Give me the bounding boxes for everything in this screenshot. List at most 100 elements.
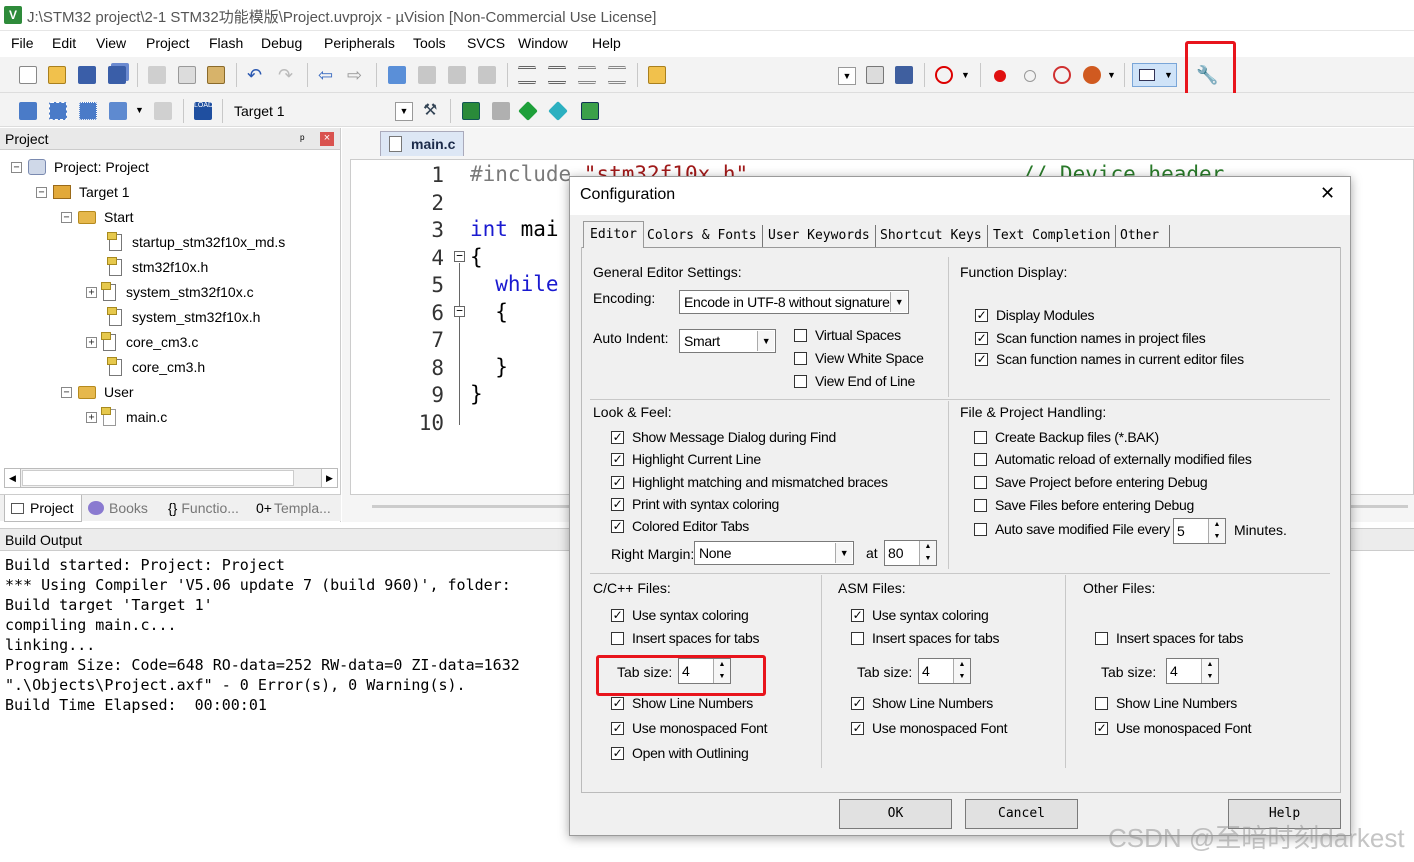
view-white-space-checkbox[interactable]: View White Space — [794, 350, 924, 366]
menu-view[interactable]: View — [96, 35, 126, 51]
breakpoint-insert-icon[interactable] — [994, 70, 1006, 82]
tab-editor[interactable]: Editor — [583, 221, 644, 248]
chevron-down-icon[interactable]: ▼ — [1107, 70, 1116, 80]
checkbox-box[interactable] — [974, 430, 987, 444]
asm-monospaced-font-checkbox[interactable]: ✓ Use monospaced Font — [851, 720, 1007, 736]
checkbox-box-checked[interactable]: ✓ — [611, 430, 624, 444]
checkbox-box-checked[interactable]: ✓ — [611, 696, 624, 710]
tree-item-file[interactable]: system_stm32f10x.h — [107, 306, 260, 328]
find-in-files-icon[interactable] — [648, 66, 666, 84]
menu-file[interactable]: File — [11, 35, 34, 51]
menu-svcs[interactable]: SVCS — [467, 35, 505, 51]
close-panel-icon[interactable]: × — [320, 132, 334, 146]
breakpoint-kill-all-icon[interactable] — [1083, 66, 1101, 84]
asm-insert-spaces-checkbox[interactable]: Insert spaces for tabs — [851, 630, 1000, 646]
right-margin-column-spinner[interactable]: 80 ▲ ▼ — [884, 540, 937, 566]
menu-tools[interactable]: Tools — [413, 35, 446, 51]
scan-editor-files-checkbox[interactable]: ✓ Scan function names in current editor f… — [975, 351, 1244, 367]
spin-arrows-icon[interactable]: ▲ ▼ — [953, 659, 970, 683]
manage-project-items-icon[interactable] — [462, 102, 480, 120]
tree-item-project[interactable]: − Project: Project — [11, 156, 149, 178]
checkbox-box-checked[interactable]: ✓ — [851, 696, 864, 710]
asm-show-line-numbers-checkbox[interactable]: ✓ Show Line Numbers — [851, 695, 993, 711]
manage-rte-icon[interactable] — [518, 101, 538, 121]
other-tab-size-spinner[interactable]: 4 ▲ ▼ — [1166, 658, 1219, 684]
tree-item-file[interactable]: + main.c — [86, 406, 167, 428]
tree-item-file[interactable]: + core_cm3.c — [86, 331, 198, 353]
find-icon[interactable] — [866, 66, 884, 84]
indent-icon[interactable] — [518, 66, 536, 84]
checkbox-box[interactable] — [974, 452, 987, 466]
tree-item-file[interactable]: + system_stm32f10x.c — [86, 281, 254, 303]
checkbox-box-checked[interactable]: ✓ — [611, 721, 624, 735]
chevron-down-icon[interactable]: ▼ — [835, 543, 852, 563]
view-end-of-line-checkbox[interactable]: View End of Line — [794, 373, 915, 389]
undo-icon[interactable]: ↶ — [247, 66, 265, 84]
fold-collapse-icon[interactable]: − — [454, 250, 465, 262]
expand-icon[interactable]: + — [86, 336, 97, 348]
checkbox-box[interactable] — [611, 631, 624, 645]
horizontal-scrollbar[interactable]: ◀ ▶ — [4, 468, 338, 488]
cpp-show-line-numbers-checkbox[interactable]: ✓ Show Line Numbers — [611, 695, 753, 711]
uncomment-icon[interactable] — [608, 66, 626, 84]
tree-item-group-start[interactable]: − Start — [61, 206, 134, 228]
tab-templates[interactable]: 0+ Templa... — [256, 495, 331, 522]
checkbox-box-checked[interactable]: ✓ — [611, 497, 624, 511]
asm-syntax-coloring-checkbox[interactable]: ✓ Use syntax coloring — [851, 607, 989, 623]
checkbox-box-checked[interactable]: ✓ — [851, 608, 864, 622]
cut-icon[interactable] — [148, 66, 166, 84]
scan-project-files-checkbox[interactable]: ✓ Scan function names in project files — [975, 330, 1206, 346]
collapse-icon[interactable]: − — [36, 186, 47, 198]
right-margin-select[interactable]: None ▼ — [694, 541, 854, 565]
chevron-down-icon[interactable]: ▼ — [961, 70, 970, 80]
create-backup-checkbox[interactable]: Create Backup files (*.BAK) — [974, 429, 1159, 445]
virtual-spaces-checkbox[interactable]: Virtual Spaces — [794, 327, 901, 343]
tab-text-completion[interactable]: Text Completion — [988, 225, 1117, 247]
build-icon[interactable] — [49, 102, 67, 120]
run-time-environment-icon[interactable] — [581, 102, 599, 120]
auto-reload-checkbox[interactable]: Automatic reload of externally modified … — [974, 451, 1252, 467]
highlight-current-line-checkbox[interactable]: ✓ Highlight Current Line — [611, 451, 761, 467]
scroll-left-icon[interactable]: ◀ — [5, 469, 21, 487]
checkbox-box-checked[interactable]: ✓ — [975, 331, 988, 345]
select-packs-icon[interactable] — [492, 102, 510, 120]
expand-icon[interactable]: + — [86, 411, 97, 423]
checkbox-box[interactable] — [1095, 696, 1108, 710]
save-all-icon[interactable] — [108, 66, 126, 84]
find-combo-dropdown-icon[interactable]: ▼ — [838, 67, 856, 85]
collapse-icon[interactable]: − — [61, 211, 72, 223]
encoding-select[interactable]: Encode in UTF-8 without signature ▼ — [679, 290, 909, 314]
tree-item-group-user[interactable]: − User — [61, 381, 134, 403]
menu-project[interactable]: Project — [146, 35, 190, 51]
save-project-debug-checkbox[interactable]: Save Project before entering Debug — [974, 474, 1208, 490]
pin-icon[interactable]: ᵖ — [300, 128, 305, 150]
menu-flash[interactable]: Flash — [209, 35, 243, 51]
chevron-down-icon[interactable]: ▼ — [135, 105, 144, 115]
spin-arrows-icon[interactable]: ▲ ▼ — [1208, 519, 1225, 543]
breakpoint-disable-all-icon[interactable] — [1053, 66, 1071, 84]
chevron-down-icon[interactable]: ▼ — [757, 331, 774, 351]
translate-icon[interactable] — [19, 102, 37, 120]
checkbox-box[interactable] — [974, 498, 987, 512]
cancel-button[interactable]: Cancel — [965, 799, 1078, 829]
checkbox-box[interactable] — [794, 374, 807, 388]
debug-session-icon[interactable] — [935, 66, 953, 84]
print-syntax-coloring-checkbox[interactable]: ✓ Print with syntax coloring — [611, 496, 779, 512]
tab-main-c[interactable]: main.c — [380, 131, 464, 156]
asm-tab-size-spinner[interactable]: 4 ▲ ▼ — [918, 658, 971, 684]
cpp-syntax-coloring-checkbox[interactable]: ✓ Use syntax coloring — [611, 607, 749, 623]
checkbox-box-checked[interactable]: ✓ — [611, 475, 624, 489]
collapse-icon[interactable]: − — [61, 386, 72, 398]
open-file-icon[interactable] — [48, 66, 66, 84]
checkbox-box-checked[interactable]: ✓ — [611, 608, 624, 622]
checkbox-box-checked[interactable]: ✓ — [611, 452, 624, 466]
other-show-line-numbers-checkbox[interactable]: Show Line Numbers — [1095, 695, 1237, 711]
show-message-dialog-checkbox[interactable]: ✓ Show Message Dialog during Find — [611, 429, 836, 445]
checkbox-box-checked[interactable]: ✓ — [851, 721, 864, 735]
cpp-insert-spaces-checkbox[interactable]: Insert spaces for tabs — [611, 630, 760, 646]
highlight-braces-checkbox[interactable]: ✓ Highlight matching and mismatched brace… — [611, 474, 888, 490]
navigate-forward-icon[interactable]: ⇨ — [347, 66, 365, 84]
tab-functions[interactable]: {} Functio... — [168, 495, 239, 522]
spin-arrows-icon[interactable]: ▲ ▼ — [919, 541, 936, 565]
menu-edit[interactable]: Edit — [52, 35, 76, 51]
